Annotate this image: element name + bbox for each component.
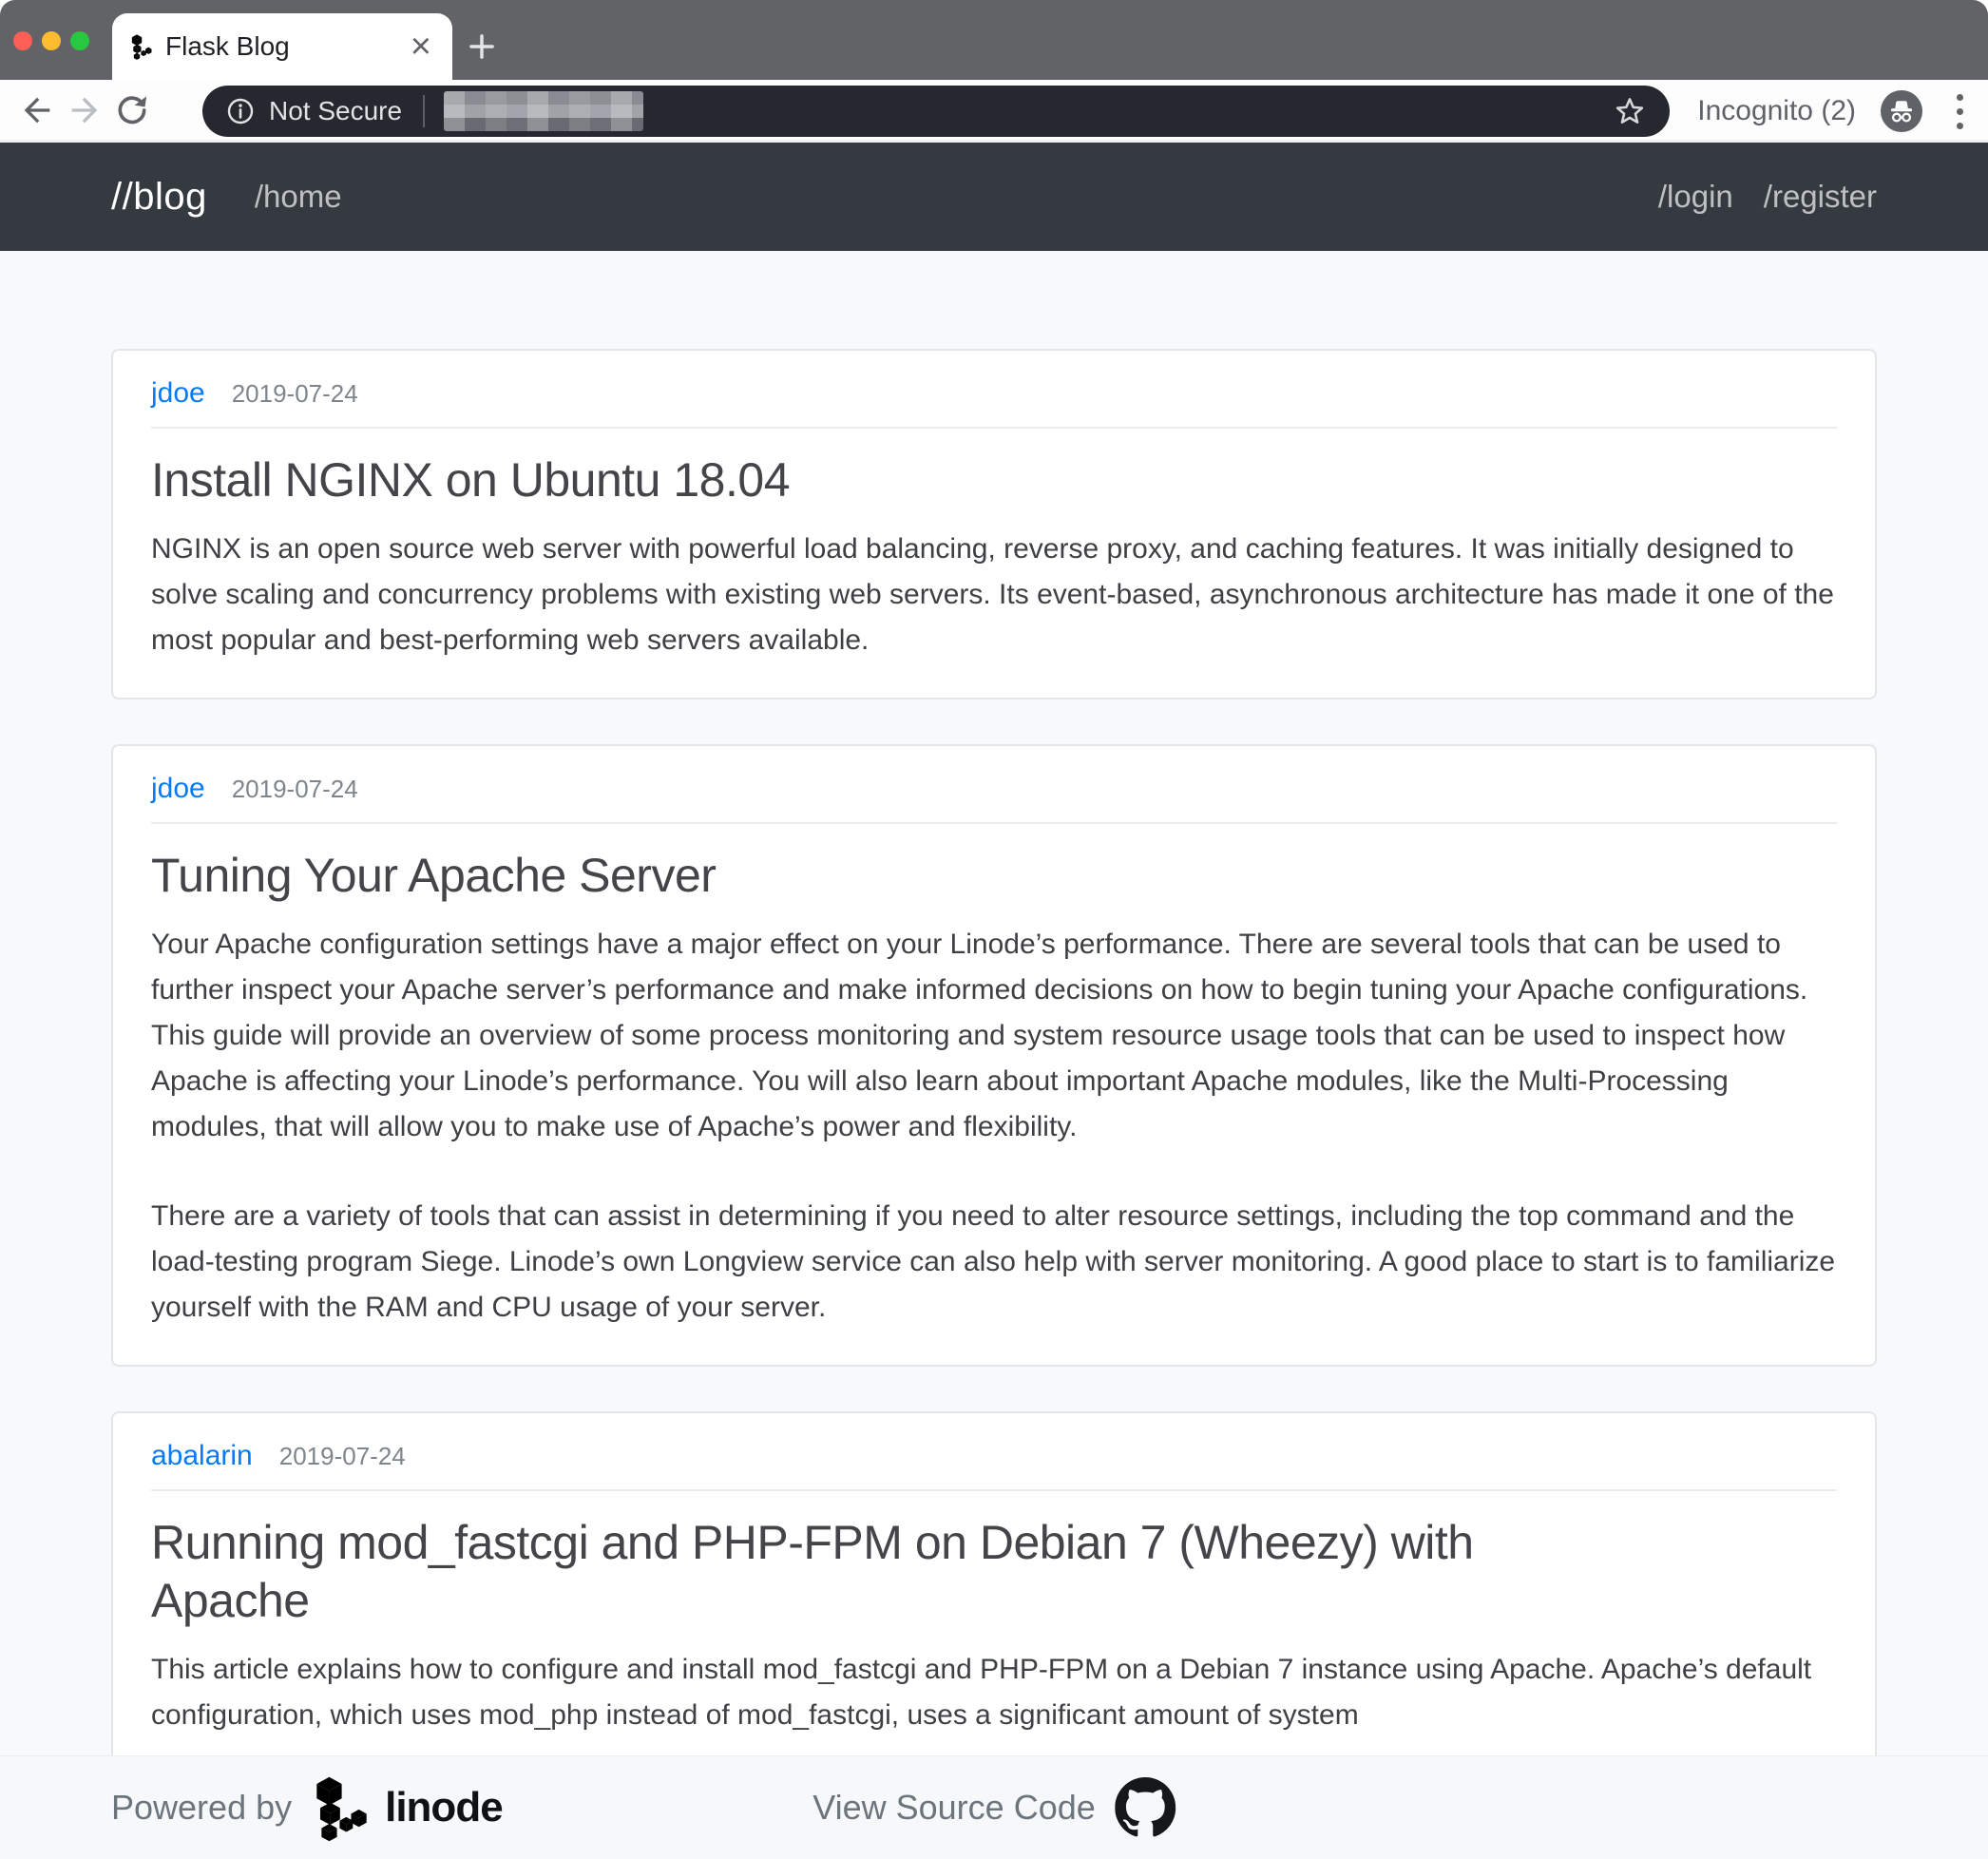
forward-arrow-icon	[66, 91, 104, 129]
post-card: jdoe 2019-07-24 Install NGINX on Ubuntu …	[111, 349, 1877, 700]
favicon-linode-icon: .fav .ctop{fill:#060607}.fav .cleft{fill…	[127, 32, 152, 61]
source-code-label[interactable]: View Source Code	[812, 1788, 1096, 1828]
post-author-link[interactable]: jdoe	[151, 773, 205, 805]
browser-menu-button[interactable]	[1947, 90, 1973, 133]
address-bar[interactable]: Not Secure	[202, 86, 1670, 137]
back-button[interactable]	[13, 86, 61, 134]
post-meta: jdoe 2019-07-24	[151, 377, 1837, 410]
reload-icon	[114, 92, 150, 128]
back-arrow-icon	[18, 91, 56, 129]
powered-by[interactable]: Powered by .grn .ctop{fill:#0c0d0f}.grn …	[111, 1772, 503, 1844]
post-excerpt: This article explains how to configure a…	[151, 1647, 1837, 1738]
post-excerpt: Your Apache configuration settings have …	[151, 922, 1837, 1150]
window-controls	[13, 31, 89, 50]
navbar-left: //blog /home	[111, 176, 342, 219]
toolbar-right-cluster: Incognito (2)	[1697, 80, 1973, 143]
incognito-icon	[1885, 95, 1918, 127]
post-card: abalarin 2019-07-24 Running mod_fastcgi …	[111, 1411, 1877, 1774]
meta-divider	[151, 822, 1837, 824]
post-title: Install NGINX on Ubuntu 18.04	[151, 451, 1558, 509]
forward-button[interactable]	[61, 86, 108, 134]
post-date: 2019-07-24	[279, 1442, 406, 1471]
post-excerpt: There are a variety of tools that can as…	[151, 1194, 1837, 1331]
post-date: 2019-07-24	[232, 379, 358, 409]
source-code-link[interactable]: View Source Code	[812, 1777, 1176, 1838]
incognito-avatar[interactable]	[1881, 90, 1922, 132]
info-icon	[225, 96, 256, 126]
browser-tab[interactable]: .fav .ctop{fill:#060607}.fav .cleft{fill…	[112, 13, 452, 80]
page-footer: Powered by .grn .ctop{fill:#0c0d0f}.grn …	[0, 1755, 1988, 1859]
linode-logo-icon: .grn .ctop{fill:#0c0d0f}.grn .cleft{fill…	[305, 1772, 368, 1844]
post-title: Running mod_fastcgi and PHP-FPM on Debia…	[151, 1514, 1558, 1630]
tab-close-icon[interactable]: ×	[411, 29, 431, 65]
post-meta: abalarin 2019-07-24	[151, 1440, 1837, 1472]
browser-titlebar: .fav .ctop{fill:#060607}.fav .cleft{fill…	[0, 0, 1988, 80]
nav-home-link[interactable]: /home	[255, 179, 342, 215]
post-meta: jdoe 2019-07-24	[151, 773, 1837, 805]
new-tab-button[interactable]	[462, 27, 502, 67]
brand-link[interactable]: //blog	[111, 176, 207, 219]
browser-toolbar: Not Secure Incognito (2)	[0, 80, 1988, 143]
post-date: 2019-07-24	[232, 775, 358, 804]
reload-button[interactable]	[108, 86, 156, 134]
post-author-link[interactable]: jdoe	[151, 377, 205, 410]
zoom-window-button[interactable]	[70, 31, 89, 50]
post-card: jdoe 2019-07-24 Tuning Your Apache Serve…	[111, 744, 1877, 1367]
bookmark-button[interactable]	[1613, 94, 1647, 128]
nav-login-link[interactable]: /login	[1658, 179, 1733, 215]
navbar-right: /login /register	[1658, 179, 1877, 215]
nav-register-link[interactable]: /register	[1764, 179, 1877, 215]
minimize-window-button[interactable]	[42, 31, 61, 50]
powered-by-label: Powered by	[111, 1788, 292, 1828]
meta-divider	[151, 427, 1837, 429]
post-title: Tuning Your Apache Server	[151, 847, 1558, 905]
redacted-url	[444, 91, 643, 131]
url-separator	[423, 95, 425, 127]
plus-icon	[464, 29, 500, 65]
tab-title: Flask Blog	[165, 31, 401, 62]
site-navbar: //blog /home /login /register	[0, 143, 1988, 251]
post-author-link[interactable]: abalarin	[151, 1440, 253, 1472]
star-icon	[1613, 94, 1647, 128]
linode-wordmark: linode	[385, 1784, 503, 1831]
browser-window: .fav .ctop{fill:#060607}.fav .cleft{fill…	[0, 0, 1988, 1859]
close-window-button[interactable]	[13, 31, 32, 50]
post-excerpt: NGINX is an open source web server with …	[151, 527, 1837, 663]
page-content: jdoe 2019-07-24 Install NGINX on Ubuntu …	[0, 251, 1988, 1859]
meta-divider	[151, 1489, 1837, 1491]
security-status-label: Not Secure	[269, 96, 402, 126]
github-icon[interactable]	[1115, 1777, 1176, 1838]
incognito-count-label: Incognito (2)	[1697, 95, 1856, 127]
